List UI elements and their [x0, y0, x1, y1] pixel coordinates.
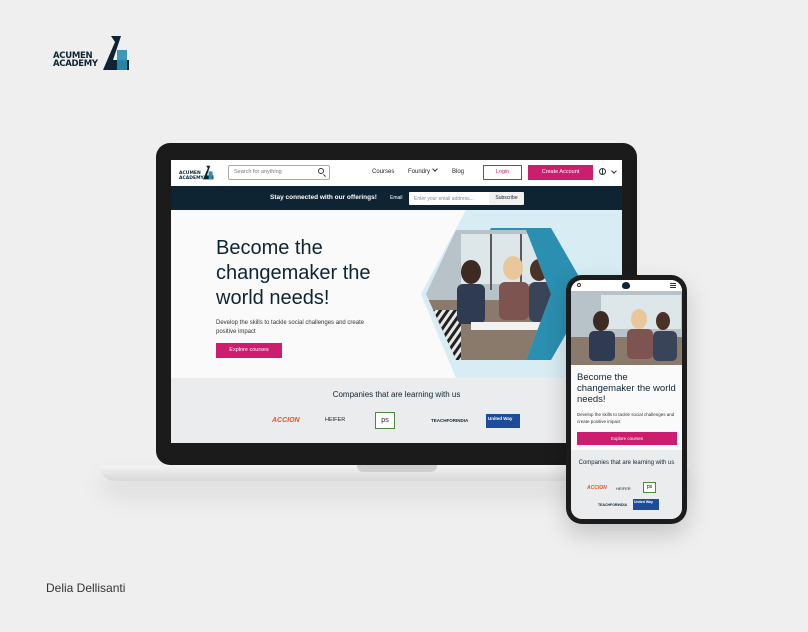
- designer-credit: Delia Dellisanti: [46, 581, 126, 595]
- mobile-screen: Become the changemaker the world needs! …: [571, 280, 682, 519]
- newsletter-banner: Stay connected with our offerings! Email…: [171, 186, 622, 210]
- acumen-academy-logo: ACUMEN ACADEMY: [53, 36, 133, 72]
- mobile-nav: [571, 280, 682, 291]
- brand-mark-icon: [103, 36, 129, 70]
- search-input[interactable]: Search for anything: [228, 165, 330, 180]
- mobile-logo-united-way: United Way: [633, 499, 659, 510]
- email-label: Email: [390, 195, 403, 201]
- mobile-logo-ps: ps: [643, 482, 656, 493]
- logo-united-way: United Way: [486, 414, 520, 428]
- brand-line-2: ACADEMY: [53, 59, 98, 69]
- logo-teachforindia: TEACHFORINDIA: [431, 418, 469, 423]
- search-icon: [318, 168, 324, 174]
- mobile-hero-title: Become the changemaker the world needs!: [577, 372, 676, 405]
- mobile-partners-title: Companies that are learning with us: [578, 460, 675, 466]
- hamburger-menu-icon[interactable]: [670, 283, 676, 288]
- brand-wordmark: ACUMEN ACADEMY: [53, 52, 98, 69]
- mobile-hero-description: Develop the skills to tackle social chal…: [577, 412, 675, 424]
- nav-link-courses[interactable]: Courses: [372, 169, 394, 175]
- mobile-logo-accion: ACCION: [587, 485, 607, 491]
- mobile-logo-icon[interactable]: [622, 282, 630, 289]
- logo-ps: ps: [375, 412, 395, 429]
- search-placeholder: Search for anything: [234, 169, 282, 175]
- language-chevron-icon[interactable]: [611, 168, 617, 174]
- laptop-notch: [357, 465, 437, 472]
- chevron-down-icon: [432, 166, 438, 172]
- mobile-partners-section: Companies that are learning with us ACCI…: [571, 450, 682, 519]
- desktop-screen: ACUMEN ACADEMY Search for anything Cours…: [171, 160, 622, 443]
- login-button[interactable]: Login: [483, 165, 522, 180]
- explore-courses-button[interactable]: Explore courses: [216, 343, 282, 358]
- nav-logo-line-2: ACADEMY: [179, 175, 204, 181]
- hero-section: Become the changemaker the world needs! …: [171, 210, 622, 378]
- create-account-button[interactable]: Create Account: [528, 165, 593, 180]
- nav-logo-mark-icon: [203, 165, 214, 180]
- mobile-explore-courses-button[interactable]: Explore courses: [577, 432, 677, 445]
- nav-link-blog[interactable]: Blog: [452, 169, 464, 175]
- nav-link-foundry-label: Foundry: [408, 169, 431, 175]
- hero-description: Develop the skills to tackle social chal…: [216, 320, 365, 335]
- nav-logo-wordmark: ACUMEN ACADEMY: [179, 171, 204, 181]
- desktop-nav: ACUMEN ACADEMY Search for anything Cours…: [171, 160, 622, 186]
- subscribe-button[interactable]: Subscribe: [489, 192, 524, 205]
- banner-text: Stay connected with our offerings!: [270, 194, 377, 201]
- mobile-hero-image: [571, 291, 682, 365]
- hero-title: Become the changemaker the world needs!: [216, 237, 371, 309]
- email-field[interactable]: Enter your email address...: [409, 192, 491, 205]
- mobile-logo-teachforindia: TEACHFORINDIA: [598, 503, 627, 507]
- logo-heifer: HEIFER: [325, 417, 346, 423]
- logo-accion: ACCION: [272, 417, 300, 424]
- email-placeholder: Enter your email address...: [414, 195, 474, 202]
- partners-title: Companies that are learning with us: [332, 390, 461, 399]
- mobile-logo-heifer: HEIFER: [616, 486, 631, 491]
- mobile-search-icon[interactable]: [577, 283, 581, 287]
- partners-section: Companies that are learning with us ACCI…: [171, 378, 622, 443]
- nav-link-foundry[interactable]: Foundry: [408, 166, 438, 175]
- globe-icon[interactable]: [599, 168, 606, 175]
